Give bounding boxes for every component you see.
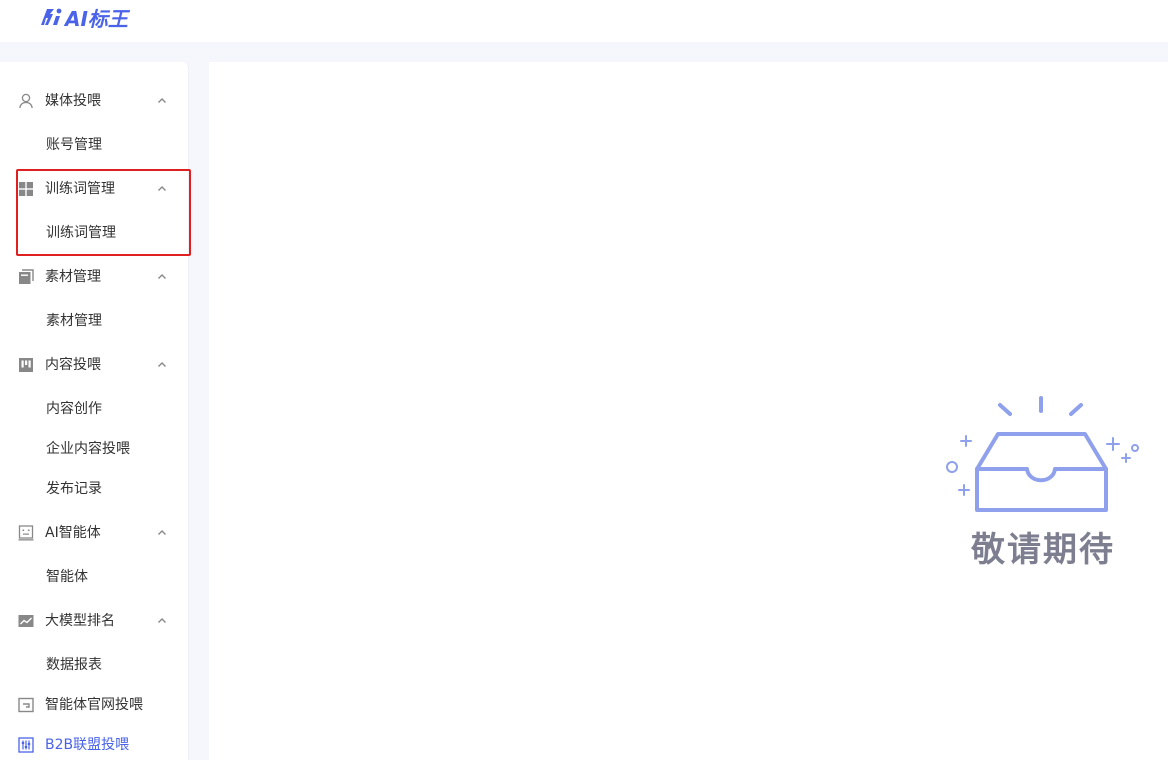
sidebar-item-content-creation[interactable]: 内容创作: [0, 389, 189, 429]
user-icon: [19, 93, 33, 109]
sidebar-item-account-management[interactable]: 账号管理: [0, 125, 189, 165]
app-logo[interactable]: AI标王: [38, 5, 128, 31]
window-icon: [18, 697, 34, 713]
sidebar-group-label: 智能体官网投喂: [45, 697, 143, 713]
logo-icon: [41, 8, 62, 25]
sidebar-item-enterprise-content-feed[interactable]: 企业内容投喂: [0, 429, 189, 469]
sidebar-group-llm-ranking[interactable]: 大模型排名: [0, 599, 189, 643]
chevron-up-icon[interactable]: [156, 271, 168, 283]
sidebar-item-label: 账号管理: [46, 137, 102, 153]
sidebar-group-label: AI智能体: [45, 525, 101, 541]
sidebar-group-media-feed[interactable]: 媒体投喂: [0, 79, 189, 123]
chart-icon: [18, 615, 34, 627]
sliders-icon: [18, 737, 34, 753]
empty-box-icon: [946, 396, 1139, 512]
sidebar-group-b2b-alliance-feed[interactable]: B2B联盟投喂: [0, 723, 189, 760]
sidebar-item-label: 企业内容投喂: [46, 441, 130, 457]
sidebar-item-label: 智能体: [46, 569, 88, 585]
sidebar-group-ai-agent[interactable]: AI智能体: [0, 511, 189, 555]
sidebar-item-agent[interactable]: 智能体: [0, 557, 189, 597]
sidebar-item-label: 发布记录: [46, 481, 102, 497]
sidebar-group-training-words[interactable]: 训练词管理: [0, 167, 189, 211]
sidebar-item-data-report[interactable]: 数据报表: [0, 645, 189, 685]
sidebar-item-publish-records[interactable]: 发布记录: [0, 469, 189, 509]
sidebar-item-label: 数据报表: [46, 657, 102, 673]
sidebar-item-label: 素材管理: [46, 313, 102, 329]
top-bar: AI标王: [0, 0, 1168, 42]
folder-icon: [19, 269, 34, 284]
robot-icon: [18, 525, 34, 541]
sidebar-group-label: 素材管理: [45, 269, 101, 285]
chevron-up-icon[interactable]: [156, 95, 168, 107]
chevron-up-icon[interactable]: [156, 527, 168, 539]
logo-text: AI标王: [65, 6, 128, 31]
sidebar-group-label: B2B联盟投喂: [45, 737, 130, 753]
chevron-up-icon[interactable]: [156, 183, 168, 195]
sidebar-item-label: 内容创作: [46, 401, 102, 417]
empty-state-text: 敬请期待: [971, 530, 1115, 570]
sidebar-group-label: 媒体投喂: [45, 93, 101, 109]
sidebar-group-label: 训练词管理: [45, 181, 115, 197]
chevron-up-icon[interactable]: [156, 615, 168, 627]
board-icon: [19, 358, 33, 372]
sidebar-group-label: 大模型排名: [45, 613, 115, 629]
grid-icon: [19, 182, 33, 196]
sidebar-group-content-feed[interactable]: 内容投喂: [0, 343, 189, 387]
chevron-up-icon[interactable]: [156, 359, 168, 371]
sidebar-group-label: 内容投喂: [45, 357, 101, 373]
sidebar-item-label: 训练词管理: [46, 225, 116, 241]
sidebar-group-agent-website-feed[interactable]: 智能体官网投喂: [0, 683, 189, 727]
sidebar-item-training-words-management[interactable]: 训练词管理: [0, 213, 189, 253]
sidebar-item-materials-management[interactable]: 素材管理: [0, 301, 189, 341]
sidebar-group-materials[interactable]: 素材管理: [0, 255, 189, 299]
sidebar: 媒体投喂 账号管理 训练词管理 训练词管理 素材管理 素材管理 内容投喂 内容创…: [0, 62, 189, 760]
